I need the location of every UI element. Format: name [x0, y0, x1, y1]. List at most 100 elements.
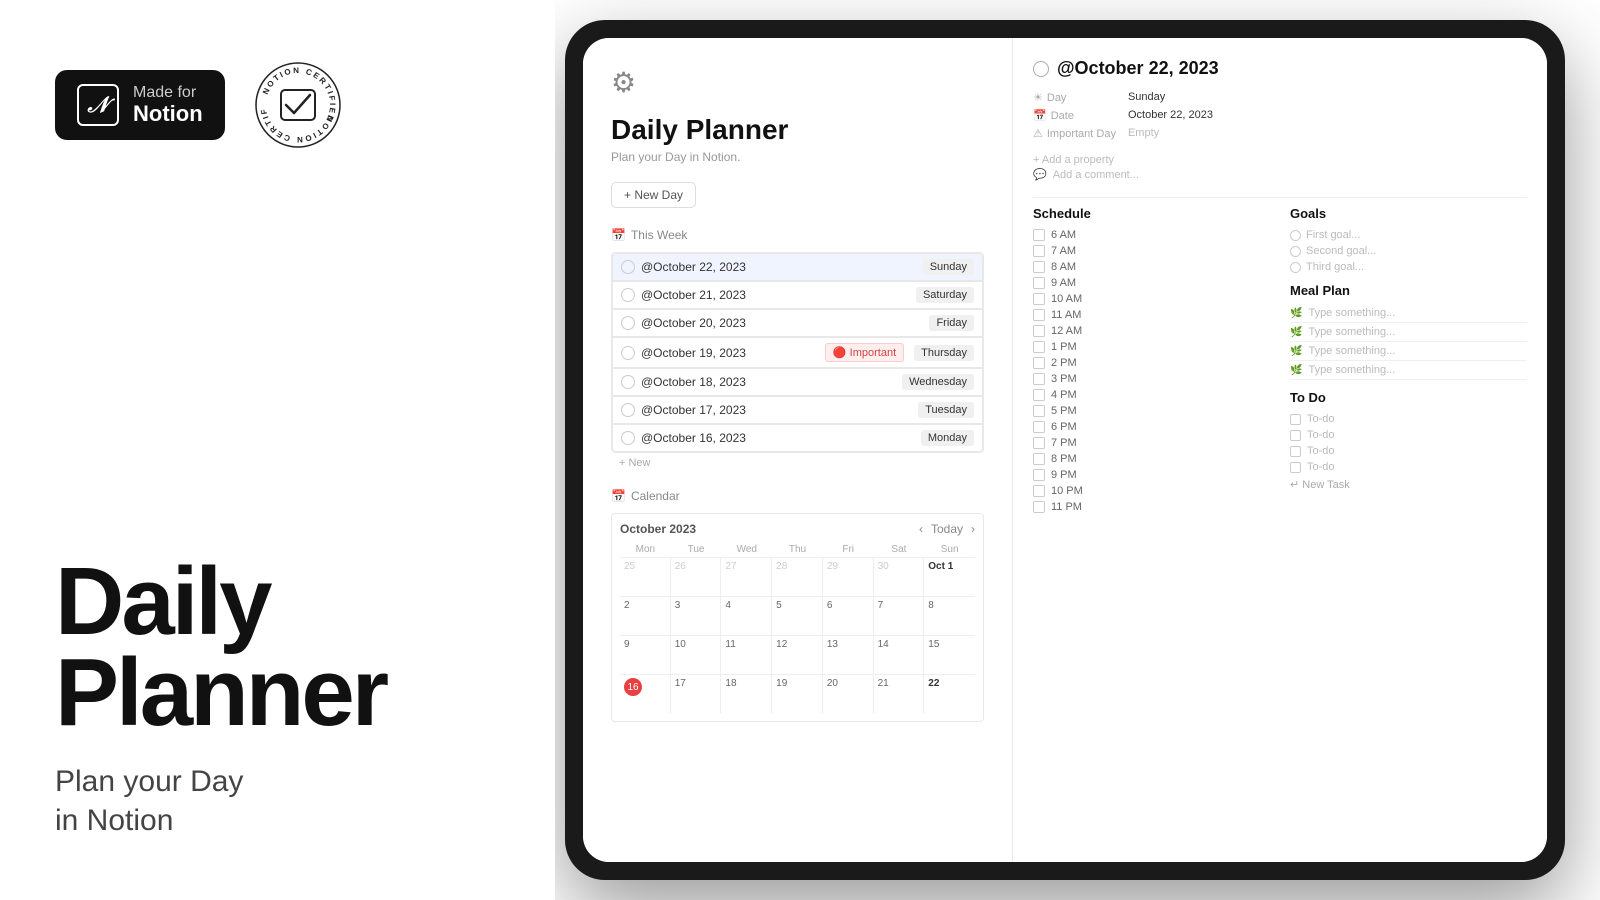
sched-4pm: 4 PM [1033, 387, 1270, 403]
notion-badge-text: Made for Notion [133, 84, 203, 126]
add-property[interactable]: + Add a property [1033, 152, 1527, 168]
cal-week-3: 9 10 11 12 13 14 15 [620, 635, 975, 674]
row-tag-2: Friday [929, 315, 974, 331]
calendar-month: October 2023 [620, 522, 696, 536]
row-tag-1: Saturday [916, 287, 974, 303]
sched-11am: 11 AM [1033, 307, 1270, 323]
week-row-3[interactable]: @October 19, 2023 🔴 Important Thursday [612, 337, 983, 368]
cal-cell[interactable]: 25 [620, 558, 671, 596]
cal-cell[interactable]: 21 [874, 675, 925, 713]
notion-badge-made: Made for [133, 84, 203, 102]
cal-cell[interactable]: 26 [671, 558, 722, 596]
calendar-header: 📅 Calendar [611, 485, 984, 507]
cal-cell[interactable]: 10 [671, 636, 722, 674]
cal-cell[interactable]: 6 [823, 597, 874, 635]
schedule-header: Schedule [1033, 206, 1270, 221]
notion-left-panel: ⚙ Daily Planner Plan your Day in Notion.… [583, 38, 1013, 862]
cal-cell[interactable]: 8 [924, 597, 975, 635]
row-check-0 [621, 260, 635, 274]
prev-month[interactable]: ‹ [919, 522, 923, 536]
row-check-3 [621, 346, 635, 360]
today-button[interactable]: Today [931, 522, 963, 536]
cal-cell[interactable]: 4 [721, 597, 772, 635]
calendar-icon-week: 📅 [611, 228, 626, 242]
certified-svg: NOTION CERTIFIED NOTION CERTIFIED [253, 60, 343, 150]
row-tag-3: Thursday [914, 345, 974, 361]
todo-row-1: To-do [1290, 427, 1527, 443]
week-row-4[interactable]: @October 18, 2023 Wednesday [612, 368, 983, 396]
sched-6pm: 6 PM [1033, 419, 1270, 435]
row-check-1 [621, 288, 635, 302]
date-value: October 22, 2023 [1128, 109, 1527, 122]
week-row-1[interactable]: @October 21, 2023 Saturday [612, 281, 983, 309]
meal-row-0: 🌿Type something... [1290, 304, 1527, 323]
row-check-4 [621, 375, 635, 389]
cal-cell[interactable]: 13 [823, 636, 874, 674]
props-grid: ☀ Day Sunday 📅 Date October 22, 2023 [1033, 91, 1527, 140]
detail-title: @October 22, 2023 [1033, 58, 1527, 79]
cal-cell[interactable]: 7 [874, 597, 925, 635]
row-check-2 [621, 316, 635, 330]
certified-badge: NOTION CERTIFIED NOTION CERTIFIED [253, 60, 343, 150]
cal-cell[interactable]: 30 [874, 558, 925, 596]
cal-cell-today[interactable]: 16 [620, 675, 671, 713]
add-new-row[interactable]: + New [611, 453, 984, 473]
tablet-frame: ⚙ Daily Planner Plan your Day in Notion.… [565, 20, 1565, 880]
cal-cell[interactable]: 28 [772, 558, 823, 596]
important-label: ⚠ Important Day [1033, 127, 1116, 140]
week-row-2[interactable]: @October 20, 2023 Friday [612, 309, 983, 337]
day-icon: ☀ [1033, 91, 1043, 104]
cal-cell[interactable]: 5 [772, 597, 823, 635]
important-icon: ⚠ [1033, 127, 1043, 140]
day-label: ☀ Day [1033, 91, 1116, 104]
cal-cell[interactable]: 14 [874, 636, 925, 674]
badges-row: 𝒩 Made for Notion NOTION CERTIFIED NOTIO… [55, 60, 485, 150]
cal-cell[interactable]: 3 [671, 597, 722, 635]
comment-row[interactable]: 💬 Add a comment... [1033, 168, 1527, 181]
cal-cell[interactable]: 17 [671, 675, 722, 713]
todo-row-3: To-do [1290, 459, 1527, 475]
notion-n-icon: 𝒩 [77, 84, 119, 126]
cal-cell[interactable]: 2 [620, 597, 671, 635]
new-day-button[interactable]: + New Day [611, 182, 696, 208]
next-month[interactable]: › [971, 522, 975, 536]
sched-2pm: 2 PM [1033, 355, 1270, 371]
row-date-0: @October 22, 2023 [641, 260, 917, 274]
cal-week-1: 25 26 27 28 29 30 Oct 1 [620, 557, 975, 596]
page-icon: ⚙ [611, 66, 647, 102]
date-icon: 📅 [1033, 109, 1047, 122]
cal-cell[interactable]: 15 [924, 636, 975, 674]
row-tag-6: Monday [921, 430, 974, 446]
sched-3pm: 3 PM [1033, 371, 1270, 387]
meal-section: Meal Plan 🌿Type something... 🌿Type somet… [1290, 283, 1527, 380]
important-value: Empty [1128, 127, 1527, 140]
cal-cell[interactable]: 12 [772, 636, 823, 674]
cal-cell[interactable]: Oct 1 [924, 558, 975, 596]
week-list: @October 22, 2023 Sunday @October 21, 20… [611, 252, 984, 453]
this-week-header: 📅 This Week [611, 224, 984, 246]
notion-page-desc: Plan your Day in Notion. [611, 150, 984, 164]
cal-cell[interactable]: 11 [721, 636, 772, 674]
meal-row-2: 🌿Type something... [1290, 342, 1527, 361]
week-row-0[interactable]: @October 22, 2023 Sunday [612, 253, 983, 281]
meal-header: Meal Plan [1290, 283, 1527, 298]
week-row-5[interactable]: @October 17, 2023 Tuesday [612, 396, 983, 424]
goals-header: Goals [1290, 206, 1527, 221]
schedule-goals-cols: Schedule 6 AM 7 AM 8 AM 9 AM 10 AM 11 AM… [1033, 206, 1527, 515]
cal-cell[interactable]: 27 [721, 558, 772, 596]
goal-row-1: Second goal... [1290, 243, 1527, 259]
cal-cell[interactable]: 19 [772, 675, 823, 713]
cal-cell[interactable]: 9 [620, 636, 671, 674]
sched-6am: 6 AM [1033, 227, 1270, 243]
cal-cell[interactable]: 22 [924, 675, 975, 713]
todo-header: To Do [1290, 390, 1527, 405]
cal-cell[interactable]: 29 [823, 558, 874, 596]
right-sub-col: Goals First goal... Second goal... [1290, 206, 1527, 515]
tablet-wrapper: ⚙ Daily Planner Plan your Day in Notion.… [565, 20, 1565, 880]
headline-line2: Planner [55, 639, 386, 746]
week-row-6[interactable]: @October 16, 2023 Monday [612, 424, 983, 452]
cal-cell[interactable]: 20 [823, 675, 874, 713]
cal-cell[interactable]: 18 [721, 675, 772, 713]
new-task-btn[interactable]: ↵ New Task [1290, 475, 1527, 494]
sched-1pm: 1 PM [1033, 339, 1270, 355]
